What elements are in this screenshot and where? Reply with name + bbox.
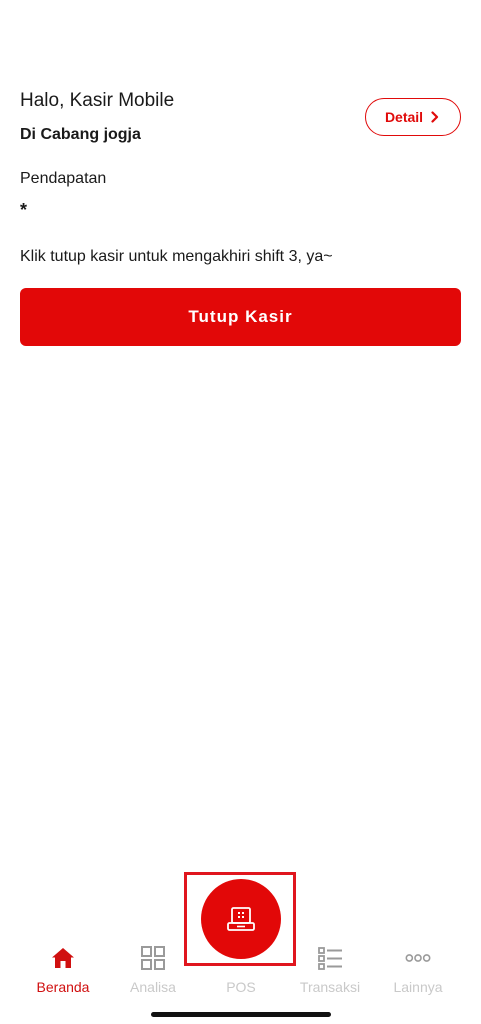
nav-label-lainnya: Lainnya [393,979,443,995]
cash-register-icon [227,907,255,931]
nav-label-transaksi: Transaksi [299,979,361,995]
nav-label-pos: POS [226,979,256,995]
nav-item-lainnya[interactable]: Lainnya [373,945,463,995]
revenue-label: Pendapatan [20,170,107,187]
nav-item-beranda[interactable]: Beranda [18,945,108,995]
home-icon [50,945,76,971]
close-cashier-button[interactable]: Tutup Kasir [20,288,461,346]
detail-button[interactable]: Detail [365,98,461,136]
pos-fab-button[interactable] [201,879,281,959]
list-icon [317,945,343,971]
revenue-value: * [20,200,28,220]
nav-label-beranda: Beranda [36,979,90,995]
branch-label: Di Cabang jogja [20,126,141,143]
chevron-right-icon [431,111,439,123]
shift-info-text: Klik tutup kasir untuk mengakhiri shift … [20,248,333,265]
home-indicator [151,1012,331,1017]
nav-label-analisa: Analisa [130,979,176,995]
greeting-title: Halo, Kasir Mobile [20,90,175,111]
grid-icon [140,945,166,971]
more-icon [405,945,431,971]
nav-item-transaksi[interactable]: Transaksi [285,945,375,995]
detail-button-label: Detail [384,109,424,125]
